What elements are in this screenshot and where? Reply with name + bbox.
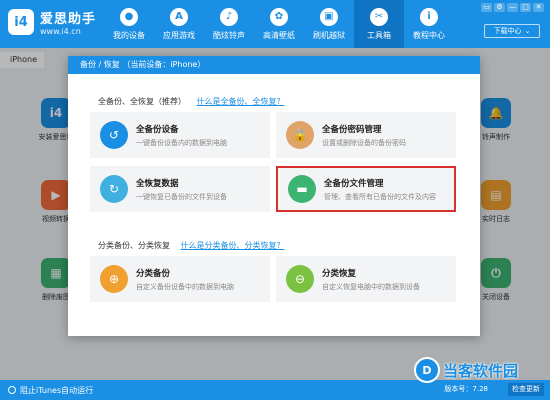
itunes-toggle-icon[interactable] <box>8 386 16 394</box>
lock-icon: 🔒 <box>286 121 314 149</box>
info-icon: i <box>420 7 438 26</box>
settings-icon[interactable]: ⚙ <box>494 3 505 12</box>
nav-label: 酷炫铃声 <box>213 30 245 40</box>
backup-restore-dialog: 备份 / 恢复 （当前设备：iPhone） 全备份、全恢复（推荐） 什么是全备份… <box>68 56 480 336</box>
app-store-icon: A <box>170 7 188 26</box>
dialog-title: 备份 / 恢复 （当前设备：iPhone） <box>68 56 480 74</box>
card-full-backup[interactable]: ↺ 全备份设备 一键备份设备内的数据到电脑 <box>90 112 270 158</box>
download-center-button[interactable]: 下载中心 ⌄ <box>484 24 540 38</box>
box-icon: ▣ <box>320 7 338 26</box>
bell-icon: ♪ <box>220 7 238 26</box>
nav-label: 我的设备 <box>113 30 145 40</box>
category-restore-icon: ⊖ <box>286 265 314 293</box>
nav-label: 工具箱 <box>367 30 391 40</box>
card-desc: 一键备份设备内的数据到电脑 <box>136 138 227 147</box>
main-nav: ● 我的设备 A 应用游戏 ♪ 酷炫铃声 ✿ 高清壁纸 ▣ 刷机越狱 ✂ 工具箱… <box>104 0 454 48</box>
card-title: 全备份文件管理 <box>324 178 384 189</box>
nav-label: 应用游戏 <box>163 30 195 40</box>
nav-toolbox[interactable]: ✂ 工具箱 <box>354 0 404 48</box>
maximize-icon[interactable]: □ <box>520 3 531 12</box>
download-label: 下载中心 <box>493 27 522 35</box>
close-icon[interactable]: ✕ <box>533 3 544 12</box>
flower-icon: ✿ <box>270 7 288 26</box>
tools-icon: ✂ <box>370 7 388 26</box>
card-title: 全备份密码管理 <box>322 124 382 135</box>
restore-icon: ↻ <box>100 175 128 203</box>
section-title-text: 分类备份、分类恢复 <box>98 241 170 250</box>
nav-flash-jailbreak[interactable]: ▣ 刷机越狱 <box>304 0 354 48</box>
nav-ringtones[interactable]: ♪ 酷炫铃声 <box>204 0 254 48</box>
card-desc: 自定义备份设备中的数据到电脑 <box>136 282 234 291</box>
full-backup-help-link[interactable]: 什么是全备份、全恢复？ <box>197 97 285 106</box>
nav-tutorials[interactable]: i 教程中心 <box>404 0 454 48</box>
logo-icon: i4 <box>8 9 34 35</box>
card-title: 全备份设备 <box>136 124 179 135</box>
card-backup-password[interactable]: 🔒 全备份密码管理 设置或删除设备的备份密码 <box>276 112 456 158</box>
nav-my-device[interactable]: ● 我的设备 <box>104 0 154 48</box>
watermark-text: 当客软件园 <box>443 361 519 380</box>
app-url: www.i4.cn <box>40 27 81 36</box>
section-category-backup: 分类备份、分类恢复 什么是分类备份、分类恢复？ <box>98 240 285 251</box>
itunes-block-label[interactable]: 阻止iTunes自动运行 <box>20 385 93 396</box>
card-title: 全恢复数据 <box>136 178 179 189</box>
folder-icon: ▬ <box>288 175 316 203</box>
card-title: 分类恢复 <box>322 268 357 279</box>
watermark-logo-icon: D <box>414 357 440 383</box>
section-full-backup: 全备份、全恢复（推荐） 什么是全备份、全恢复？ <box>98 96 285 107</box>
watermark: D 当客软件园 <box>414 354 550 386</box>
card-desc: 管理、查看所有已备份的文件及内容 <box>324 192 436 201</box>
apple-icon: ● <box>120 7 138 26</box>
section-title-text: 全备份、全恢复（推荐） <box>98 97 186 106</box>
card-category-restore[interactable]: ⊖ 分类恢复 自定义恢复电脑中的数据到设备 <box>276 256 456 302</box>
nav-wallpapers[interactable]: ✿ 高清壁纸 <box>254 0 304 48</box>
minimize-icon[interactable]: — <box>507 3 518 12</box>
card-desc: 设置或删除设备的备份密码 <box>322 138 406 147</box>
backup-clock-icon: ↺ <box>100 121 128 149</box>
category-backup-help-link[interactable]: 什么是分类备份、分类恢复？ <box>181 241 285 250</box>
card-category-backup[interactable]: ⊕ 分类备份 自定义备份设备中的数据到电脑 <box>90 256 270 302</box>
nav-label: 教程中心 <box>413 30 445 40</box>
chevron-down-icon: ⌄ <box>524 27 531 35</box>
app-name: 爱思助手 <box>40 12 97 27</box>
window-controls: ▭ ⚙ — □ ✕ <box>481 3 544 12</box>
card-full-restore[interactable]: ↻ 全恢复数据 一键恢复已备份的文件到设备 <box>90 166 270 212</box>
nav-label: 刷机越狱 <box>313 30 345 40</box>
card-desc: 自定义恢复电脑中的数据到设备 <box>322 282 420 291</box>
nav-label: 高清壁纸 <box>263 30 295 40</box>
feedback-icon[interactable]: ▭ <box>481 3 492 12</box>
category-backup-icon: ⊕ <box>100 265 128 293</box>
nav-apps-games[interactable]: A 应用游戏 <box>154 0 204 48</box>
top-bar: i4 爱思助手 www.i4.cn ● 我的设备 A 应用游戏 ♪ 酷炫铃声 ✿… <box>0 0 550 48</box>
app-logo: i4 爱思助手 www.i4.cn <box>8 8 96 36</box>
card-backup-file-manager[interactable]: ▬ 全备份文件管理 管理、查看所有已备份的文件及内容 <box>276 166 456 212</box>
card-title: 分类备份 <box>136 268 171 279</box>
card-desc: 一键恢复已备份的文件到设备 <box>136 192 227 201</box>
